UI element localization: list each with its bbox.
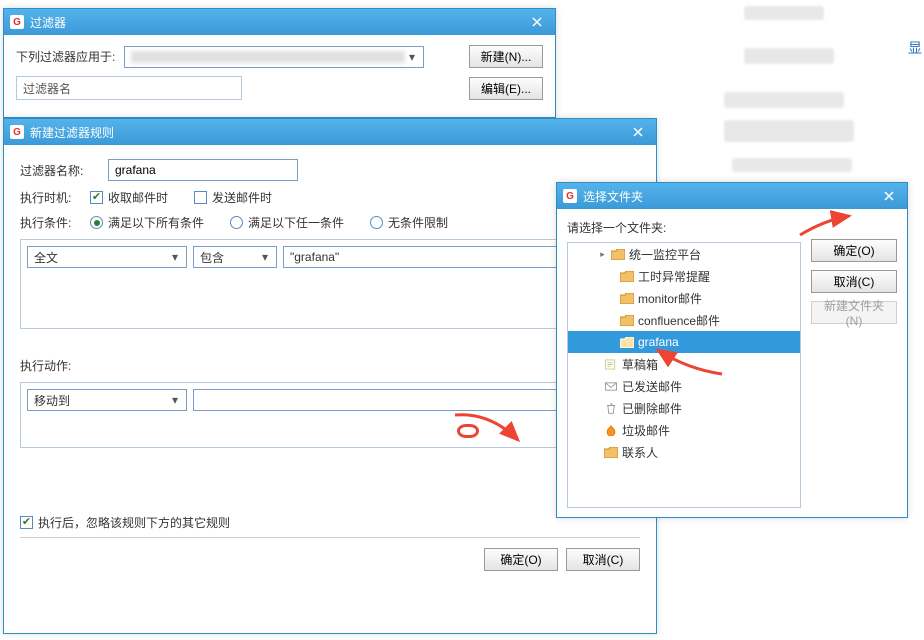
filter-name-label: 过滤器名称: xyxy=(20,162,100,179)
spam-icon xyxy=(604,424,618,436)
expander-icon[interactable]: ▸ xyxy=(598,250,607,259)
tree-item[interactable]: 联系人 xyxy=(568,441,800,463)
edit-filter-button[interactable]: 编辑(E)... xyxy=(469,77,543,100)
bg-char: 显 xyxy=(908,38,922,58)
chevron-down-icon: ▾ xyxy=(168,250,182,264)
cond-any-radio[interactable]: 满足以下任一条件 xyxy=(230,214,344,231)
filter-name-list[interactable]: 过滤器名 xyxy=(16,76,242,100)
filter-window-title: 过滤器 xyxy=(30,14,525,31)
close-icon[interactable] xyxy=(877,187,901,205)
app-logo-icon: G xyxy=(10,15,24,29)
folder-icon xyxy=(620,270,634,282)
action-target-input[interactable]: ⋯ xyxy=(193,389,603,411)
folder-icon xyxy=(620,314,634,326)
tree-item[interactable]: 垃圾邮件 xyxy=(568,419,800,441)
folder-window: G 选择文件夹 请选择一个文件夹: ▸ 统一监控平台 工时异常提醒 monito… xyxy=(556,182,908,518)
filter-window: G 过滤器 下列过滤器应用于: ▾ 新建(N)... 过滤器名 编辑(E)... xyxy=(3,8,556,118)
filter-name-input[interactable] xyxy=(108,159,298,181)
sent-icon xyxy=(604,380,618,392)
chevron-down-icon: ▾ xyxy=(405,50,419,64)
folder-icon xyxy=(620,292,634,304)
filter-titlebar: G 过滤器 xyxy=(4,9,555,35)
tree-item[interactable]: confluence邮件 xyxy=(568,309,800,331)
folder-tree[interactable]: ▸ 统一监控平台 工时异常提醒 monitor邮件 confluence邮件 g… xyxy=(567,242,801,508)
rule-titlebar: G 新建过滤器规则 xyxy=(4,119,656,145)
rule-window-title: 新建过滤器规则 xyxy=(30,124,626,141)
close-icon[interactable] xyxy=(525,13,549,31)
rule-cancel-button[interactable]: 取消(C) xyxy=(566,548,640,571)
condition-label: 执行条件: xyxy=(20,214,82,231)
action-label: 执行动作: xyxy=(20,357,82,374)
ignore-after-checkbox[interactable]: 执行后，忽略该规则下方的其它规则 xyxy=(20,514,230,531)
cond-none-radio[interactable]: 无条件限制 xyxy=(370,214,448,231)
radio-icon xyxy=(90,216,103,229)
folder-cancel-button[interactable]: 取消(C) xyxy=(811,270,897,293)
tree-item[interactable]: 已删除邮件 xyxy=(568,397,800,419)
drafts-icon xyxy=(604,358,618,370)
cond-field-combo[interactable]: 全文▾ xyxy=(27,246,187,268)
checkbox-icon xyxy=(90,191,103,204)
chevron-down-icon: ▾ xyxy=(258,250,272,264)
folder-titlebar: G 选择文件夹 xyxy=(557,183,907,209)
folder-icon xyxy=(611,248,625,260)
checkbox-icon xyxy=(194,191,207,204)
radio-icon xyxy=(370,216,383,229)
app-logo-icon: G xyxy=(563,189,577,203)
condition-panel: 全文▾ 包含▾ "grafana"⋯ + xyxy=(20,239,640,329)
annotation-oval xyxy=(457,424,479,438)
tree-item[interactable]: 草稿箱 xyxy=(568,353,800,375)
action-panel: 移动到▾ ⋯ + xyxy=(20,382,640,448)
cond-op-combo[interactable]: 包含▾ xyxy=(193,246,277,268)
new-folder-button[interactable]: 新建文件夹(N) xyxy=(811,301,897,324)
applies-to-combo[interactable]: ▾ xyxy=(124,46,424,68)
folder-prompt: 请选择一个文件夹: xyxy=(567,219,801,236)
rule-ok-button[interactable]: 确定(O) xyxy=(484,548,558,571)
tree-item[interactable]: 工时异常提醒 xyxy=(568,265,800,287)
folder-ok-button[interactable]: 确定(O) xyxy=(811,239,897,262)
tree-item[interactable]: 已发送邮件 xyxy=(568,375,800,397)
tree-item-grafana[interactable]: grafana xyxy=(568,331,800,353)
app-logo-icon: G xyxy=(10,125,24,139)
folder-icon xyxy=(620,336,634,348)
cond-all-radio[interactable]: 满足以下所有条件 xyxy=(90,214,204,231)
chevron-down-icon: ▾ xyxy=(168,393,182,407)
radio-icon xyxy=(230,216,243,229)
close-icon[interactable] xyxy=(626,123,650,141)
action-type-combo[interactable]: 移动到▾ xyxy=(27,389,187,411)
send-checkbox[interactable]: 发送邮件时 xyxy=(194,189,272,206)
tree-item[interactable]: monitor邮件 xyxy=(568,287,800,309)
timing-label: 执行时机: xyxy=(20,189,82,206)
applies-to-label: 下列过滤器应用于: xyxy=(16,48,116,65)
folder-window-title: 选择文件夹 xyxy=(583,188,877,205)
receive-checkbox[interactable]: 收取邮件时 xyxy=(90,189,168,206)
new-filter-button[interactable]: 新建(N)... xyxy=(469,45,543,68)
cond-value-input[interactable]: "grafana"⋯ xyxy=(283,246,603,268)
tree-item-root[interactable]: ▸ 统一监控平台 xyxy=(568,243,800,265)
checkbox-icon xyxy=(20,516,33,529)
trash-icon xyxy=(604,402,618,414)
contacts-icon xyxy=(604,446,618,458)
